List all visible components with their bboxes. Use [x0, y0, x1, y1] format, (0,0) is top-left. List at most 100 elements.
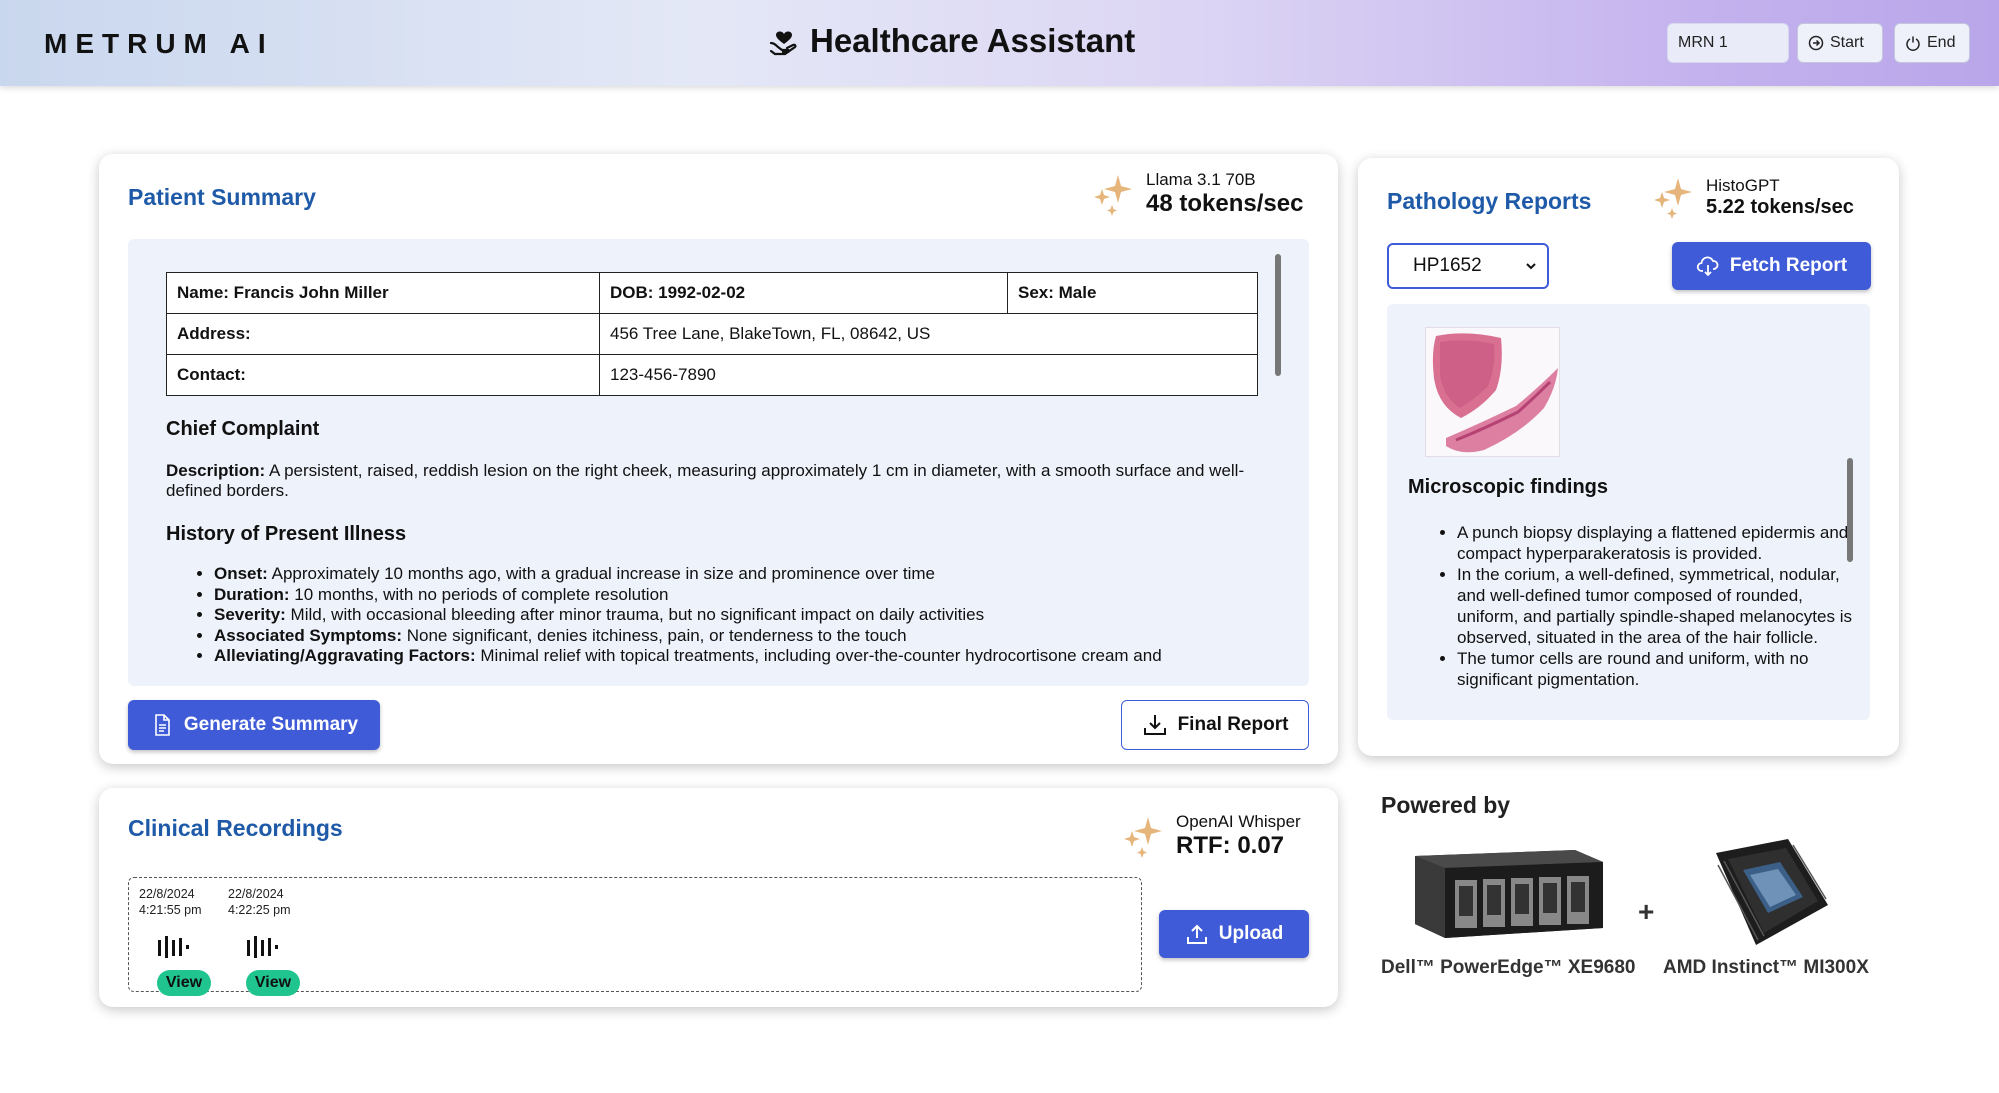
model-speed: RTF: 0.07	[1176, 832, 1285, 859]
hpi-heading: History of Present Illness	[166, 523, 407, 545]
recording-time: 4:22:25 pm	[228, 903, 291, 917]
table-row: Name: Francis John Miller DOB: 1992-02-0…	[166, 272, 1258, 314]
histogpt-model-badge: HistoGPT 5.22 tokens/sec	[1650, 174, 1854, 220]
hpi-list: Onset: Approximately 10 months ago, with…	[166, 564, 1258, 667]
hpi-text: 10 months, with no periods of complete r…	[289, 584, 669, 604]
description-text: A persistent, raised, reddish lesion on …	[166, 461, 1245, 500]
sparkle-icon	[1094, 175, 1132, 216]
tissue-sample-image	[1432, 333, 1558, 453]
hpi-label: Duration:	[214, 584, 290, 604]
audio-wave-icon	[247, 936, 278, 958]
llama-model-badge: Llama 3.1 70B 48 tokens/sec	[1090, 170, 1303, 218]
page-title: Healthcare Assistant	[768, 22, 1135, 60]
whisper-model-badge: OpenAI Whisper RTF: 0.07	[1120, 812, 1301, 860]
patient-dob: DOB: 1992-02-02	[599, 272, 1008, 314]
list-item: Duration: 10 months, with no periods of …	[214, 585, 1258, 606]
start-label: Start	[1830, 34, 1864, 51]
fetch-report-label: Fetch Report	[1729, 255, 1848, 276]
arrow-circle-icon	[1808, 35, 1824, 51]
patient-info-table: Name: Francis John Miller DOB: 1992-02-0…	[166, 272, 1258, 396]
report-select[interactable]: HP1652	[1387, 243, 1549, 289]
patient-name: Name: Francis John Miller	[166, 272, 600, 314]
table-row: Address: 456 Tree Lane, BlakeTown, FL, 0…	[166, 313, 1258, 355]
power-icon	[1906, 36, 1920, 51]
amd-gpu-image	[1716, 839, 1828, 945]
hpi-text: Mild, with occasional bleeding after min…	[285, 605, 985, 624]
recording-item: 22/8/2024 4:21:55 pm View	[139, 886, 227, 996]
hpi-label: Associated Symptoms:	[214, 625, 402, 645]
recording-item: 22/8/2024 4:22:25 pm View	[228, 886, 316, 996]
powered-by-heading: Powered by	[1381, 792, 1511, 818]
pathology-scrollbar[interactable]	[1847, 458, 1853, 562]
cloud-download-icon	[1696, 256, 1719, 277]
findings-list: A punch biopsy displaying a flattened ep…	[1457, 522, 1857, 690]
model-name: Llama 3.1 70B	[1146, 170, 1256, 189]
report-select-value: HP1652	[1413, 255, 1482, 276]
list-item: Onset: Approximately 10 months ago, with…	[214, 564, 1258, 585]
address-label: Address:	[166, 313, 600, 355]
sparkle-icon	[1654, 178, 1692, 219]
model-speed: 5.22 tokens/sec	[1706, 195, 1854, 218]
chevron-down-icon	[1526, 263, 1536, 270]
generate-summary-button[interactable]: Generate Summary	[128, 700, 380, 750]
recording-time: 4:21:55 pm	[139, 903, 202, 917]
view-recording-button[interactable]: View	[246, 970, 300, 996]
sparkle-icon	[1124, 817, 1162, 858]
contact-value: 123-456-7890	[599, 354, 1258, 396]
server-label: Dell™ PowerEdge™ XE9680	[1381, 957, 1636, 978]
upload-icon	[1186, 924, 1207, 944]
list-item: Severity: Mild, with occasional bleeding…	[214, 605, 1258, 626]
download-icon	[1143, 715, 1166, 735]
end-button[interactable]: End	[1894, 23, 1970, 63]
fetch-report-button[interactable]: Fetch Report	[1672, 242, 1871, 290]
recording-date: 22/8/2024	[139, 887, 195, 901]
table-row: Contact: 123-456-7890	[166, 354, 1258, 396]
generate-summary-label: Generate Summary	[183, 714, 359, 735]
patient-summary-title: Patient Summary	[128, 184, 316, 210]
summary-scrollbar[interactable]	[1275, 254, 1281, 376]
audio-wave-icon	[158, 936, 189, 958]
upload-button[interactable]: Upload	[1159, 910, 1309, 958]
pathology-report-scroll[interactable]: Microscopic findings A punch biopsy disp…	[1387, 304, 1870, 720]
hpi-label: Severity:	[214, 605, 286, 624]
model-name: HistoGPT	[1706, 175, 1780, 195]
start-button[interactable]: Start	[1797, 23, 1883, 63]
document-icon	[155, 714, 170, 736]
hpi-text: Approximately 10 months ago, with a grad…	[267, 564, 935, 583]
plus-sign: +	[1638, 896, 1655, 927]
hpi-label: Onset:	[214, 564, 268, 583]
heart-hands-icon	[769, 31, 797, 56]
recordings-list: 22/8/2024 4:21:55 pm View 22/8/2024 4:22…	[128, 877, 1142, 996]
patient-summary-scroll[interactable]: Name: Francis John Miller DOB: 1992-02-0…	[128, 239, 1309, 686]
list-item: In the corium, a well-defined, symmetric…	[1457, 564, 1857, 648]
metrum-logo: METRUM AI	[44, 28, 274, 59]
hpi-label: Alleviating/Aggravating Factors:	[214, 646, 476, 665]
list-item: A punch biopsy displaying a flattened ep…	[1457, 522, 1857, 564]
description: Description: A persistent, raised, reddi…	[166, 461, 1258, 501]
recording-date: 22/8/2024	[228, 887, 284, 901]
list-item: Associated Symptoms: None significant, d…	[214, 626, 1258, 647]
histology-image	[1425, 327, 1560, 457]
contact-label: Contact:	[166, 354, 600, 396]
mrn-input[interactable]	[1667, 23, 1789, 63]
description-label: Description:	[166, 461, 266, 480]
address-value: 456 Tree Lane, BlakeTown, FL, 08642, US	[599, 313, 1258, 355]
end-label: End	[1927, 34, 1956, 51]
hpi-text: Minimal relief with topical treatments, …	[475, 646, 1162, 665]
model-name: OpenAI Whisper	[1176, 812, 1301, 831]
list-item: Alleviating/Aggravating Factors: Minimal…	[214, 646, 1258, 667]
app-header: METRUM AI Healthcare Assistant Start End	[0, 0, 1999, 86]
upload-label: Upload	[1218, 923, 1284, 944]
dell-server-image	[1415, 850, 1603, 938]
list-item: The tumor cells are round and uniform, w…	[1457, 648, 1857, 690]
final-report-button[interactable]: Final Report	[1121, 700, 1309, 750]
model-speed: 48 tokens/sec	[1146, 190, 1304, 217]
findings-heading: Microscopic findings	[1408, 476, 1609, 498]
view-recording-button[interactable]: View	[157, 970, 211, 996]
hpi-text: None significant, denies itchiness, pain…	[402, 625, 907, 645]
gpu-label: AMD Instinct™ MI300X	[1663, 957, 1869, 978]
final-report-label: Final Report	[1177, 714, 1289, 735]
patient-summary-content: Name: Francis John Miller DOB: 1992-02-0…	[166, 272, 1258, 667]
recordings-title: Clinical Recordings	[128, 815, 343, 841]
chief-complaint-heading: Chief Complaint	[166, 418, 320, 440]
